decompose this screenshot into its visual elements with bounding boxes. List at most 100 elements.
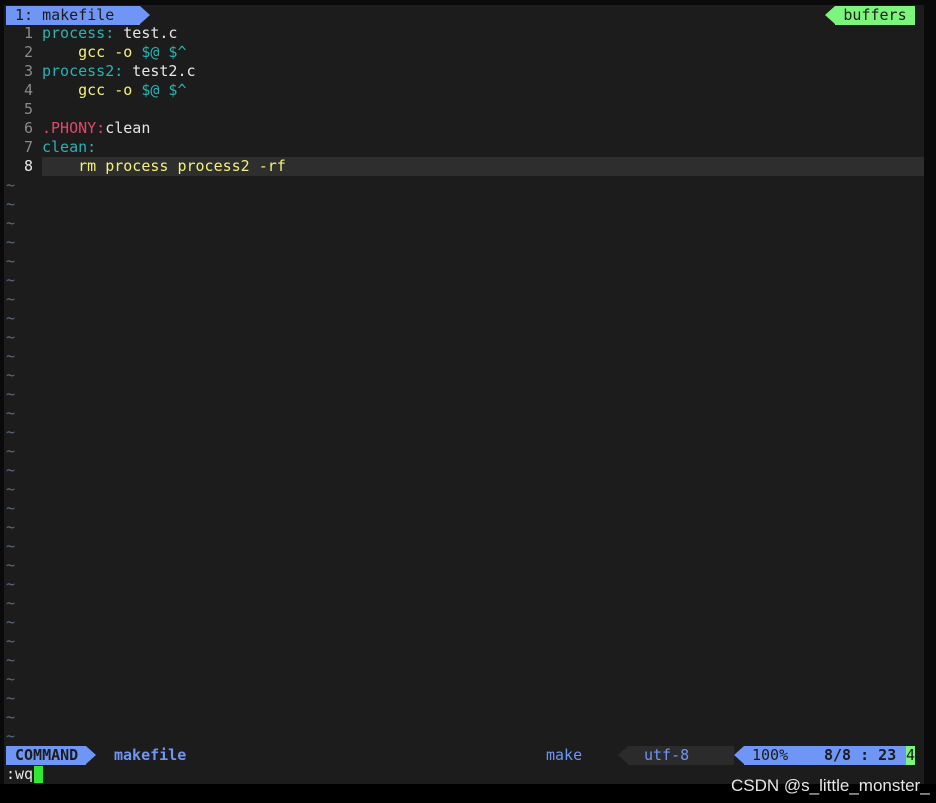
tab-makefile[interactable]: 1: makefile [6, 6, 140, 25]
empty-line-tilde: ~ [6, 518, 924, 537]
empty-line-tilde: ~ [6, 195, 924, 214]
empty-line-tilde: ~ [6, 309, 924, 328]
code-token: gcc -o [42, 81, 142, 99]
code-token: rm process process2 -rf [42, 157, 286, 175]
code-line[interactable]: 1 process: test.c [6, 24, 924, 43]
empty-line-tilde: ~ [6, 670, 924, 689]
tilde-marker: ~ [6, 366, 16, 384]
code-line[interactable]: 2 gcc -o $@ $^ [6, 43, 924, 62]
empty-line-tilde: ~ [6, 689, 924, 708]
empty-line-tilde: ~ [6, 442, 924, 461]
tab-separator-arrow [140, 6, 150, 24]
empty-line-tilde: ~ [6, 651, 924, 670]
line-code: .PHONY:clean [42, 119, 150, 138]
tilde-marker: ~ [6, 461, 16, 479]
tilde-marker: ~ [6, 423, 16, 441]
editor-area[interactable]: 1 process: test.c 2 gcc -o $@ $^ 3 process2:… [6, 24, 924, 746]
line-code: process: test.c [42, 24, 177, 43]
line-number: 8 [23, 157, 33, 175]
tilde-marker: ~ [6, 613, 16, 631]
tilde-marker: ~ [6, 328, 16, 346]
code-line[interactable]: 4 gcc -o $@ $^ [6, 81, 924, 100]
tilde-marker: ~ [6, 499, 16, 517]
tilde-marker: ~ [6, 575, 16, 593]
status-encoding: utf-8 [628, 746, 734, 765]
empty-line-tilde: ~ [6, 423, 924, 442]
line-number: 2 [23, 43, 33, 61]
line-code: clean: [42, 138, 96, 157]
tilde-marker: ~ [6, 594, 16, 612]
status-position-text: 8/8 : 23 [824, 746, 897, 764]
code-token: $@ $^ [141, 43, 187, 61]
line-number: 5 [23, 100, 33, 118]
tilde-marker: ~ [6, 537, 16, 555]
empty-line-tilde: ~ [6, 708, 924, 727]
empty-line-tilde: ~ [6, 366, 924, 385]
tilde-marker: ~ [6, 727, 16, 745]
tilde-marker: ~ [6, 385, 16, 403]
tilde-marker: ~ [6, 556, 16, 574]
empty-line-tilde: ~ [6, 271, 924, 290]
code-line[interactable]: 6 .PHONY:clean [6, 119, 924, 138]
empty-line-tilde: ~ [6, 347, 924, 366]
line-code: gcc -o $@ $^ [42, 81, 186, 100]
empty-line-tilde: ~ [6, 385, 924, 404]
tilde-marker: ~ [6, 347, 16, 365]
empty-line-tilde: ~ [6, 176, 924, 195]
tilde-marker: ~ [6, 632, 16, 650]
empty-line-tilde: ~ [6, 556, 924, 575]
command-text: :wq [6, 765, 34, 783]
tilde-marker: ~ [6, 670, 16, 688]
empty-line-tilde: ~ [6, 214, 924, 233]
code-token: test2.c [123, 62, 196, 80]
code-token: .PHONY: [42, 119, 106, 137]
line-number: 1 [23, 24, 33, 42]
tilde-marker: ~ [6, 290, 16, 308]
code-token: process2: [42, 62, 124, 80]
code-line[interactable]: 7 clean: [6, 138, 924, 157]
tilde-marker: ~ [6, 214, 16, 232]
tilde-marker: ~ [6, 480, 16, 498]
status-filetype: make [546, 746, 583, 764]
empty-line-tilde: ~ [6, 404, 924, 423]
status-column-marker: 4 [906, 746, 916, 765]
empty-line-tilde: ~ [6, 537, 924, 556]
buffers-label[interactable]: buffers [835, 6, 915, 25]
encoding-separator-arrow [618, 746, 628, 764]
tilde-marker: ~ [6, 309, 16, 327]
line-number: 3 [23, 62, 33, 80]
code-line[interactable]: 5 [6, 100, 924, 119]
window-border-right [924, 0, 936, 803]
mode-separator-arrow [86, 746, 96, 764]
empty-line-tilde: ~ [6, 480, 924, 499]
tilde-marker: ~ [6, 518, 16, 536]
line-code: process2: test2.c [42, 62, 196, 81]
code-line[interactable]: 3 process2: test2.c [6, 62, 924, 81]
buffers-separator-arrow [825, 6, 835, 24]
tilde-marker: ~ [6, 708, 16, 726]
line-code: rm process process2 -rf [42, 157, 286, 176]
empty-line-tilde: ~ [6, 328, 924, 347]
status-percent: 100% [744, 746, 806, 765]
empty-line-tilde: ~ [6, 594, 924, 613]
line-number: 4 [23, 81, 33, 99]
tabline: 1: makefile buffers [6, 6, 924, 25]
text-cursor [34, 766, 44, 783]
status-filename: makefile [114, 746, 187, 764]
command-line[interactable]: :wq [6, 765, 44, 784]
empty-line-tilde: ~ [6, 290, 924, 309]
empty-line-tilde: ~ [6, 499, 924, 518]
tilde-marker: ~ [6, 689, 16, 707]
status-position: 8/8 : 23 [806, 746, 906, 765]
code-token: clean: [42, 138, 97, 156]
empty-line-tilde: ~ [6, 233, 924, 252]
window-border-top [0, 0, 936, 5]
code-line[interactable]: 8 rm process process2 -rf [6, 157, 924, 176]
tilde-marker: ~ [6, 176, 16, 194]
empty-line-tilde: ~ [6, 461, 924, 480]
tilde-marker: ~ [6, 233, 16, 251]
empty-line-tilde: ~ [6, 727, 924, 746]
empty-line-tilde: ~ [6, 632, 924, 651]
empty-line-tilde: ~ [6, 613, 924, 632]
mode-indicator: COMMAND [6, 746, 86, 765]
